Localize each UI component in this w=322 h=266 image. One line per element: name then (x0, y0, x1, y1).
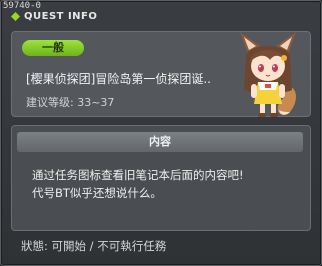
content-line: 通过任务图标查看旧笔记本后面的内容吧! (32, 168, 244, 182)
fox-girl-character-icon (240, 32, 296, 117)
quest-status: 狀態: 可開始 / 不可執行任務 (21, 239, 167, 253)
quest-content-panel: 内容 通过任务图标查看旧笔记本后面的内容吧! 代号BT似乎还想说什么。 (11, 125, 311, 231)
content-section-header: 内容 (17, 132, 303, 152)
title-bar[interactable]: QUEST INFO (11, 11, 97, 22)
window-title: QUEST INFO (24, 11, 98, 22)
quest-name: [樱果侦探团]冒险岛第一侦探团诞.. (26, 72, 211, 86)
level-label: 建议等级: (26, 96, 74, 109)
recommended-level: 建议等级: 33~37 (26, 94, 114, 110)
content-line: 代号BT似乎还想说什么。 (32, 186, 162, 200)
quest-info-window: 59740-0 QUEST INFO 一般 [樱果侦探团]冒险岛第一侦探团诞..… (0, 0, 322, 266)
quest-header-panel: 一般 [樱果侦探团]冒险岛第一侦探团诞.. 建议等级: 33~37 (11, 31, 311, 117)
category-badge: 一般 (22, 40, 84, 56)
content-body: 通过任务图标查看旧笔记本后面的内容吧! 代号BT似乎还想说什么。 (32, 166, 300, 202)
level-range: 33~37 (77, 96, 115, 109)
diamond-icon (11, 12, 20, 21)
